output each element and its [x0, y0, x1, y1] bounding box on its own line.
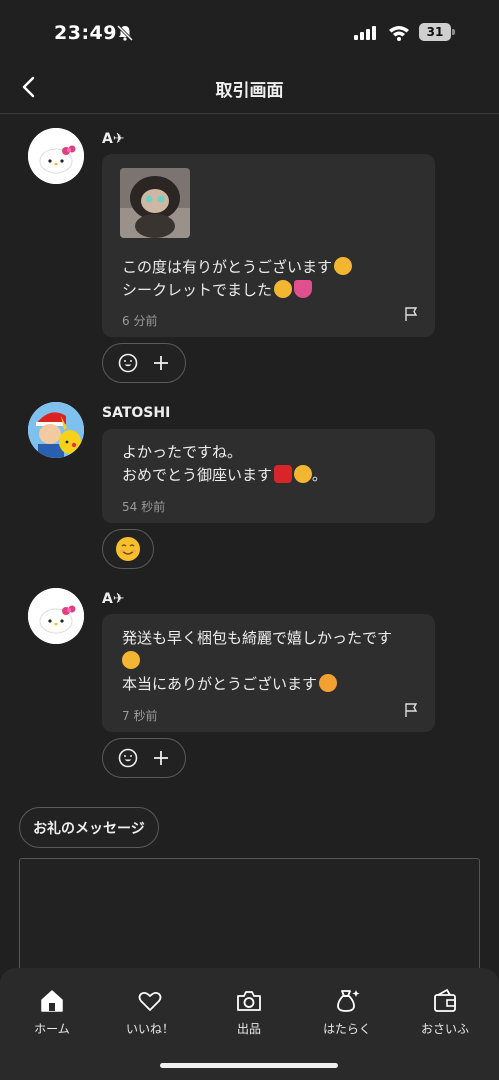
smiling-face-icon [116, 537, 140, 561]
relieved-face-icon [122, 651, 140, 669]
home-icon [41, 990, 63, 1012]
status-bar: 23:49 31 [0, 0, 499, 60]
celebration-kanji-icon [274, 465, 293, 483]
money-bag-icon [337, 990, 360, 1012]
photo-thumbnail[interactable] [120, 168, 190, 238]
avatar-kitty[interactable] [28, 128, 84, 184]
reaction-smile[interactable] [102, 529, 154, 569]
wallet-icon [434, 989, 456, 1012]
nav-label: 出品 [236, 1022, 261, 1036]
nav-home[interactable]: ホーム [7, 988, 97, 1037]
home-indicator[interactable] [160, 1063, 338, 1068]
status-time: 23:49 [54, 22, 117, 44]
message-line: シークレットでました [122, 281, 273, 299]
battery-level: 31 [426, 25, 444, 39]
message-bubble: よかったですね。 おめでとう御座います 。 54 秒前 [102, 429, 435, 523]
smiley-icon [118, 748, 138, 768]
nav-label: おさいふ [420, 1022, 469, 1036]
message-line: 発送も早く梱包も綺麗で嬉しかったです [122, 629, 393, 647]
cellular-signal-icon [354, 26, 376, 40]
message-time: 6 分前 [122, 314, 158, 328]
add-reaction-button[interactable] [102, 343, 186, 383]
smiley-icon [118, 353, 138, 373]
nav-work[interactable]: はたらく [302, 988, 392, 1037]
nav-label: はたらく [323, 1022, 371, 1036]
kitty-avatar-icon [28, 588, 84, 644]
message-bubble: 発送も早く梱包も綺麗で嬉しかったです 本当にありがとうございます 7 秒前 [102, 614, 435, 732]
smiling-face-with-hearts-icon [319, 674, 338, 692]
relieved-face-icon [294, 465, 313, 483]
add-reaction-button[interactable] [102, 738, 186, 778]
battery-icon: 31 [419, 23, 451, 41]
message-line: 本当にありがとうございます [122, 675, 318, 693]
nav-wallet[interactable]: おさいふ [400, 988, 490, 1037]
plush-photo-icon [120, 168, 190, 238]
camera-icon [237, 991, 261, 1011]
message-bubble: この度は有りがとうございます シークレットでました 6 分前 [102, 154, 435, 337]
message-time: 54 秒前 [122, 500, 166, 514]
pink-heart-icon [294, 280, 313, 298]
nav-label: ホーム [34, 1022, 70, 1036]
header: 取引画面 [0, 60, 499, 114]
message-line: おめでとう御座います [122, 466, 273, 484]
plus-icon [154, 356, 168, 370]
sender-name: A✈ [102, 131, 125, 147]
message-line: 。 [312, 466, 328, 484]
flag-icon[interactable] [403, 702, 419, 718]
nav-sell[interactable]: 出品 [204, 988, 294, 1037]
thanks-message-chip[interactable]: お礼のメッセージ [19, 807, 159, 848]
sender-name: A✈ [102, 591, 125, 607]
battery-cap [452, 29, 455, 35]
nav-likes[interactable]: いいね！ [105, 988, 195, 1037]
crying-face-icon [274, 280, 293, 298]
wifi-icon [389, 26, 409, 41]
flag-icon[interactable] [403, 306, 419, 322]
page-title: 取引画面 [215, 81, 284, 101]
bell-off-icon [116, 24, 134, 42]
nav-label: いいね！ [125, 1022, 174, 1036]
message-line: よかったですね。 [122, 443, 243, 461]
heart-icon [138, 991, 162, 1011]
kitty-avatar-icon [28, 128, 84, 184]
disappointed-face-icon [334, 257, 353, 275]
message-line: この度は有りがとうございます [122, 258, 333, 276]
message-time: 7 秒前 [122, 709, 158, 723]
avatar-kitty[interactable] [28, 588, 84, 644]
sender-name: SATOSHI [102, 405, 171, 421]
plus-icon [154, 751, 168, 765]
avatar-satoshi[interactable] [28, 402, 84, 458]
satoshi-avatar-icon [28, 402, 84, 458]
